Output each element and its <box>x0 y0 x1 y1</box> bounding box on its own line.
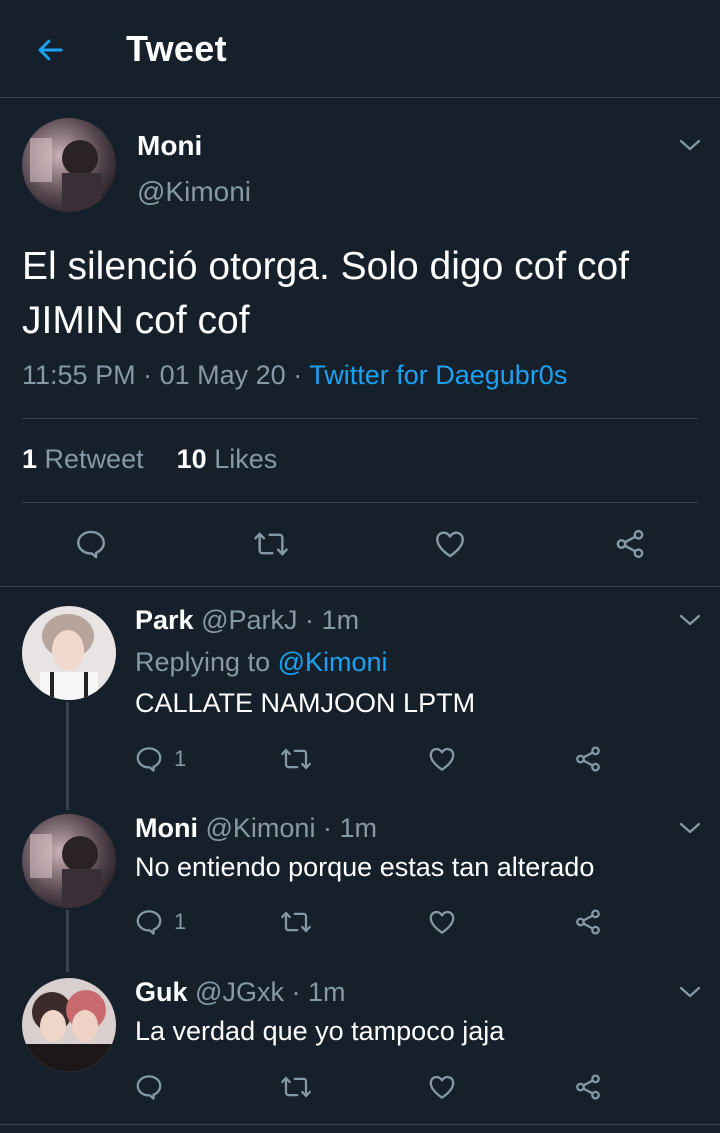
replying-to-link[interactable]: @Kimoni <box>278 647 388 677</box>
thread-line <box>66 910 69 972</box>
tweet-source-link[interactable]: Twitter for Daegubr0s <box>309 360 567 390</box>
reply-author-name[interactable]: Park <box>135 605 194 635</box>
tweet-stats: 1 Retweet 10 Likes <box>22 444 277 475</box>
divider <box>22 418 698 419</box>
avatar[interactable] <box>22 606 116 700</box>
chevron-down-icon[interactable] <box>678 984 702 1000</box>
divider <box>22 502 698 503</box>
tweet-date: 01 May 20 <box>159 360 286 390</box>
avatar[interactable] <box>22 978 116 1072</box>
share-icon <box>616 529 644 559</box>
avatar[interactable] <box>22 118 116 212</box>
arrow-left-icon <box>38 39 63 61</box>
share-icon <box>576 909 600 935</box>
tweet-time: 11:55 PM <box>22 360 136 390</box>
share-button[interactable] <box>609 524 651 564</box>
divider <box>0 1124 720 1125</box>
reply-button[interactable] <box>70 524 112 564</box>
separator: · <box>143 360 153 390</box>
heart-icon <box>436 531 464 558</box>
top-bar: Tweet <box>0 0 720 98</box>
retweet-icon <box>281 911 311 933</box>
reply-count: 1 <box>174 909 187 934</box>
like-button[interactable] <box>429 524 471 564</box>
separator: · <box>305 605 315 635</box>
retweet-icon <box>281 748 311 770</box>
like-button[interactable] <box>424 905 460 939</box>
likes-stat[interactable]: 10 Likes <box>177 444 278 474</box>
like-button[interactable] <box>424 742 460 776</box>
reply-header: Guk @JGxk · 1m <box>135 977 346 1008</box>
heart-icon <box>429 1075 455 1099</box>
author-name[interactable]: Moni <box>137 130 202 162</box>
reply-age: 1m <box>339 813 377 843</box>
reply-author-name[interactable]: Moni <box>135 813 198 843</box>
reply-icon <box>77 530 105 559</box>
share-button[interactable] <box>570 742 606 776</box>
avatar[interactable] <box>22 814 116 908</box>
tweet-meta: 11:55 PM · 01 May 20 · Twitter for Daegu… <box>22 360 567 391</box>
reply-text: No entiendo porque estas tan alterado <box>135 852 595 882</box>
retweet-button[interactable] <box>276 742 316 776</box>
thread-line <box>66 702 69 810</box>
separator: · <box>293 360 303 390</box>
retweet-icon <box>254 532 288 556</box>
reply-author-handle[interactable]: @Kimoni <box>206 813 316 843</box>
retweet-button[interactable] <box>276 905 316 939</box>
reply-icon <box>136 1075 162 1100</box>
reply-author-name[interactable]: Guk <box>135 977 188 1007</box>
page-title: Tweet <box>126 28 227 69</box>
reply-author-handle[interactable]: @JGxk <box>195 977 284 1007</box>
share-button[interactable] <box>570 905 606 939</box>
share-icon <box>576 746 600 772</box>
chevron-down-icon[interactable] <box>678 137 702 153</box>
back-button[interactable] <box>32 32 68 68</box>
reply-age: 1m <box>307 977 346 1007</box>
chevron-down-icon[interactable] <box>678 612 702 628</box>
like-button[interactable] <box>424 1070 460 1104</box>
retweets-stat[interactable]: 1 Retweet <box>22 444 144 474</box>
reply-header: Moni @Kimoni · 1m <box>135 813 377 844</box>
author-handle[interactable]: @Kimoni <box>137 176 251 208</box>
share-icon <box>576 1074 600 1100</box>
share-button[interactable] <box>570 1070 606 1104</box>
chevron-down-icon[interactable] <box>678 820 702 836</box>
reply-text: La verdad que yo tampoco jaja <box>135 1016 505 1046</box>
tweet-text: El silenció otorga. Solo digo cof cof JI… <box>22 245 630 342</box>
reply-button[interactable] <box>134 1070 194 1104</box>
reply-icon <box>136 910 162 935</box>
retweet-icon <box>281 1076 311 1098</box>
divider <box>0 586 720 587</box>
reply-icon <box>136 747 162 772</box>
reply-count: 1 <box>174 746 187 771</box>
reply-author-handle[interactable]: @ParkJ <box>201 605 297 635</box>
retweet-button[interactable] <box>276 1070 316 1104</box>
reply-age: 1m <box>321 605 360 635</box>
reply-button[interactable]: 1 <box>134 742 194 776</box>
heart-icon <box>429 747 455 771</box>
reply-button[interactable]: 1 <box>134 905 194 939</box>
replying-to-line: Replying to @Kimoni <box>135 647 388 677</box>
retweet-button[interactable] <box>248 524 294 564</box>
reply-text: CALLATE NAMJOON LPTM <box>135 688 476 718</box>
separator: · <box>322 813 332 843</box>
heart-icon <box>429 910 455 934</box>
separator: · <box>291 977 301 1007</box>
reply-header: Park @ParkJ · 1m <box>135 605 359 636</box>
